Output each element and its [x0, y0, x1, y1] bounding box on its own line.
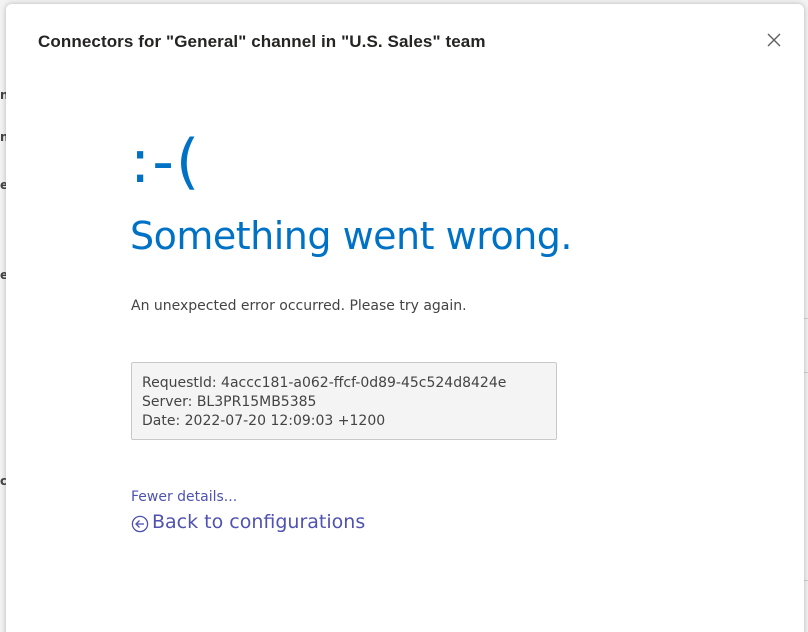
dialog-title: Connectors for "General" channel in "U.S…: [38, 32, 486, 51]
background-divider: [804, 580, 808, 581]
sad-face-emoticon: :-(: [130, 127, 202, 197]
background-divider: [804, 372, 808, 373]
close-icon: [764, 30, 784, 50]
request-id: RequestId: 4accc181-a062-ffcf-0d89-45c52…: [142, 375, 507, 391]
connectors-dialog: Connectors for "General" channel in "U.S…: [6, 4, 804, 632]
circle-arrow-left-icon: [131, 515, 149, 533]
error-message: An unexpected error occurred. Please try…: [131, 298, 467, 314]
fewer-details-link[interactable]: Fewer details...: [131, 489, 237, 505]
background-divider: [804, 318, 808, 319]
error-heading: Something went wrong.: [130, 214, 573, 258]
error-date: Date: 2022-07-20 12:09:03 +1200: [142, 413, 386, 429]
error-details-box: RequestId: 4accc181-a062-ffcf-0d89-45c52…: [131, 362, 557, 440]
server-id: Server: BL3PR15MB5385: [142, 394, 317, 410]
back-to-configurations-link[interactable]: Back to configurations: [131, 511, 365, 533]
back-link-label: Back to configurations: [152, 511, 366, 533]
close-button[interactable]: [764, 30, 784, 50]
